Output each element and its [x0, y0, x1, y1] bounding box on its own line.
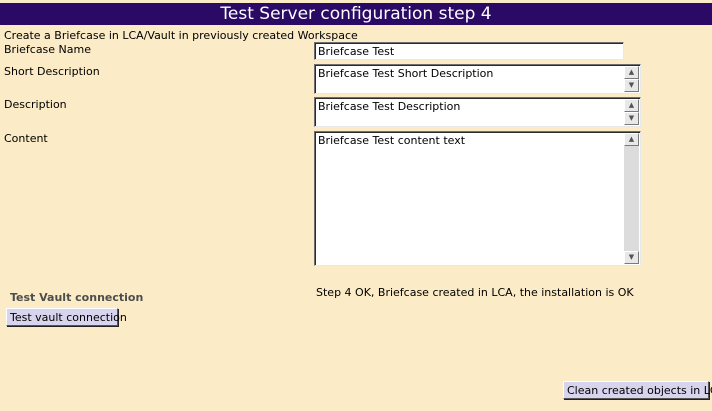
content-value: Briefcase Test content text: [318, 134, 466, 147]
test-vault-connection-button[interactable]: Test vault connection: [6, 308, 127, 326]
scroll-down-icon[interactable]: ▼: [624, 112, 639, 125]
scroll-down-icon[interactable]: ▼: [624, 251, 639, 264]
briefcase-name-value: Briefcase Test: [318, 45, 395, 58]
briefcase-name-label: Briefcase Name: [4, 43, 92, 56]
content-label: Content: [4, 132, 48, 145]
description-label: Description: [4, 98, 67, 111]
description-textarea[interactable]: Briefcase Test Description ▲ ▼: [314, 97, 641, 127]
scroll-up-icon[interactable]: ▲: [624, 99, 639, 112]
description-scrollbar[interactable]: ▲ ▼: [624, 99, 639, 125]
vault-section-heading: Test Vault connection: [10, 291, 144, 304]
scroll-up-icon[interactable]: ▲: [624, 66, 639, 79]
short-description-value: Briefcase Test Short Description: [318, 67, 494, 80]
scroll-down-icon[interactable]: ▼: [624, 79, 639, 92]
intro-text: Create a Briefcase in LCA/Vault in previ…: [4, 29, 358, 42]
content-textarea[interactable]: Briefcase Test content text ▲ ▼: [314, 131, 641, 266]
scroll-up-icon[interactable]: ▲: [624, 133, 639, 146]
short-description-label: Short Description: [4, 65, 100, 78]
content-scrollbar[interactable]: ▲ ▼: [624, 133, 639, 264]
page-title: Test Server configuration step 4: [0, 3, 712, 25]
short-description-textarea[interactable]: Briefcase Test Short Description ▲ ▼: [314, 64, 641, 94]
short-description-scrollbar[interactable]: ▲ ▼: [624, 66, 639, 92]
status-message: Step 4 OK, Briefcase created in LCA, the…: [316, 286, 634, 299]
briefcase-name-input[interactable]: Briefcase Test: [314, 42, 624, 60]
clean-created-objects-button[interactable]: Clean created objects in LCA: [563, 381, 712, 399]
description-value: Briefcase Test Description: [318, 100, 461, 113]
